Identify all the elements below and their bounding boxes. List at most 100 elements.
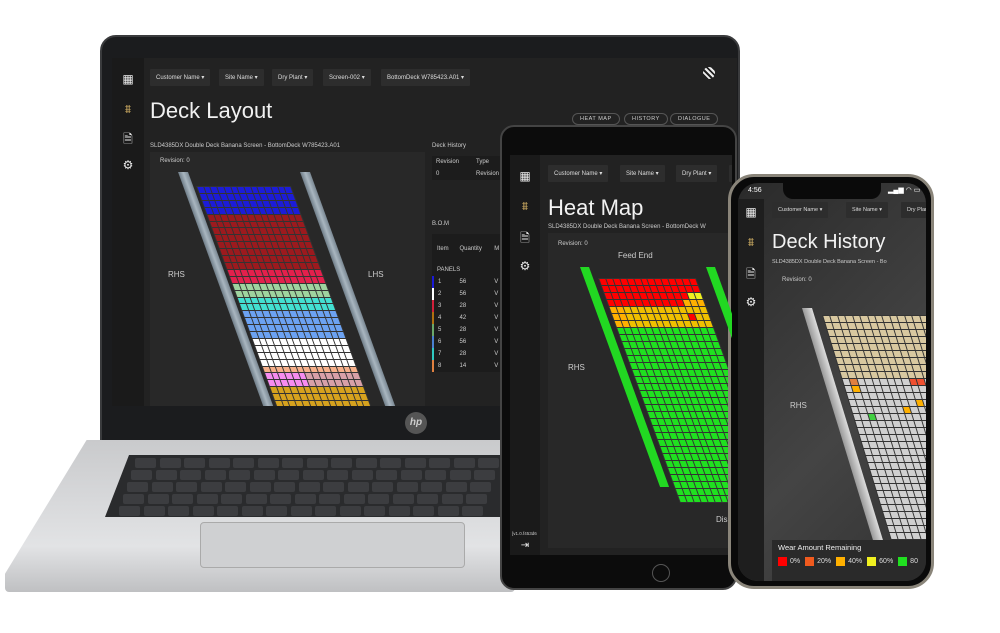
- keyboard-key[interactable]: [229, 470, 250, 480]
- keyboard-key[interactable]: [208, 458, 230, 468]
- keyboard-key[interactable]: [441, 494, 463, 504]
- document-icon[interactable]: 🗎: [112, 130, 144, 151]
- deck-panel[interactable]: [919, 533, 926, 539]
- deck-panel[interactable]: [337, 332, 346, 338]
- plant-dropdown[interactable]: Dry Plant: [901, 202, 926, 218]
- site-dropdown[interactable]: Site Name: [846, 202, 888, 218]
- keyboard-key[interactable]: [155, 470, 177, 480]
- site-dropdown[interactable]: Site Name: [219, 69, 264, 86]
- keyboard-key[interactable]: [404, 458, 426, 468]
- keyboard-key[interactable]: [176, 482, 197, 492]
- keyboard-key[interactable]: [315, 506, 336, 516]
- keyboard-key[interactable]: [376, 470, 397, 480]
- deck-panel[interactable]: [347, 359, 356, 366]
- deck-panel[interactable]: [299, 228, 308, 235]
- deck-panel[interactable]: [920, 414, 926, 420]
- keyboard-key[interactable]: [421, 482, 442, 492]
- deck-panel[interactable]: [714, 349, 724, 355]
- keyboard-key[interactable]: [172, 494, 193, 504]
- logout-icon[interactable]: ⇥: [510, 540, 540, 551]
- deck-panel[interactable]: [922, 323, 926, 329]
- deck-panel[interactable]: [918, 337, 926, 343]
- customer-dropdown[interactable]: Customer Name: [150, 69, 211, 86]
- customer-dropdown[interactable]: Customer Name: [548, 165, 609, 182]
- deck-panel[interactable]: [919, 484, 926, 490]
- keyboard-key[interactable]: [225, 482, 246, 492]
- keyboard-key[interactable]: [184, 458, 205, 468]
- deck-panel[interactable]: [921, 344, 926, 350]
- keyboard-key[interactable]: [253, 470, 275, 480]
- keyboard-key[interactable]: [449, 470, 471, 480]
- deck-panel[interactable]: [339, 338, 348, 345]
- deck-panel[interactable]: [921, 491, 926, 497]
- deck-panel[interactable]: [920, 463, 926, 469]
- keyboard-key[interactable]: [245, 494, 267, 504]
- deck-panel[interactable]: [691, 286, 701, 292]
- keyboard-key[interactable]: [123, 494, 144, 504]
- keyboard-key[interactable]: [396, 482, 418, 492]
- deck-panel[interactable]: [694, 293, 703, 299]
- keyboard-key[interactable]: [282, 458, 303, 468]
- keyboard-key[interactable]: [200, 482, 222, 492]
- deck-panel[interactable]: [294, 214, 303, 221]
- keyboard-key[interactable]: [151, 482, 173, 492]
- keyboard-key[interactable]: [368, 494, 389, 504]
- deck-panel[interactable]: [357, 387, 366, 394]
- deck-panel[interactable]: [352, 373, 361, 380]
- deck-panel[interactable]: [699, 307, 708, 313]
- deck-panel[interactable]: [919, 435, 926, 441]
- deck-panel[interactable]: [707, 328, 716, 334]
- deck-panel[interactable]: [289, 200, 298, 207]
- keyboard-key[interactable]: [453, 458, 475, 468]
- keyboard-key[interactable]: [302, 470, 324, 480]
- keyboard-key[interactable]: [257, 458, 279, 468]
- keyboard-key[interactable]: [351, 470, 373, 480]
- keyboard-key[interactable]: [168, 506, 189, 516]
- keyboard-key[interactable]: [233, 458, 254, 468]
- keyboard-key[interactable]: [327, 470, 348, 480]
- dashboard-icon[interactable]: ▦: [738, 205, 764, 219]
- deck-panel[interactable]: [332, 318, 341, 325]
- home-button[interactable]: [652, 564, 670, 582]
- deck-panel[interactable]: [317, 276, 326, 283]
- keyboard-key[interactable]: [413, 506, 434, 516]
- gear-icon[interactable]: ⚙: [112, 158, 144, 172]
- keyboard-key[interactable]: [474, 470, 495, 480]
- keyboard-key[interactable]: [400, 470, 422, 480]
- site-dropdown[interactable]: Site Name: [620, 165, 665, 182]
- keyboard-key[interactable]: [294, 494, 316, 504]
- deck-icon[interactable]: ⩩: [510, 199, 540, 214]
- deck-panel[interactable]: [287, 193, 296, 200]
- keyboard-key[interactable]: [143, 506, 165, 516]
- dashboard-icon[interactable]: ▦: [112, 72, 144, 86]
- keyboard-key[interactable]: [127, 482, 148, 492]
- keyboard-key[interactable]: [290, 506, 312, 516]
- deck-panel[interactable]: [304, 242, 313, 249]
- document-icon[interactable]: 🗎: [738, 265, 764, 286]
- deck-panel[interactable]: [712, 342, 721, 348]
- deck-panel[interactable]: [360, 394, 368, 401]
- keyboard-key[interactable]: [445, 482, 467, 492]
- keyboard-key[interactable]: [217, 506, 238, 516]
- screen-dropdown[interactable]: Screen-002: [729, 165, 732, 182]
- plant-dropdown[interactable]: Dry Plant: [676, 165, 718, 182]
- deck-panel[interactable]: [704, 321, 713, 327]
- deck-panel[interactable]: [350, 366, 358, 373]
- deck-panel[interactable]: [918, 386, 926, 392]
- keyboard-key[interactable]: [221, 494, 242, 504]
- keyboard-key[interactable]: [339, 506, 361, 516]
- deck-panel[interactable]: [919, 316, 926, 322]
- deck-panel[interactable]: [329, 311, 338, 318]
- document-icon[interactable]: 🗎: [510, 229, 540, 250]
- plant-dropdown[interactable]: Dry Plant: [272, 69, 314, 86]
- deck-panel[interactable]: [307, 249, 316, 256]
- keyboard-key[interactable]: [249, 482, 271, 492]
- deck-panel[interactable]: [709, 335, 718, 341]
- keyboard-key[interactable]: [147, 494, 169, 504]
- deck-panel[interactable]: [689, 279, 698, 285]
- deck-dropdown[interactable]: BottomDeck W785423.A01: [381, 69, 471, 86]
- keyboard-key[interactable]: [429, 458, 450, 468]
- deck-panel[interactable]: [920, 512, 926, 518]
- keyboard-key[interactable]: [417, 494, 438, 504]
- keyboard-key[interactable]: [306, 458, 328, 468]
